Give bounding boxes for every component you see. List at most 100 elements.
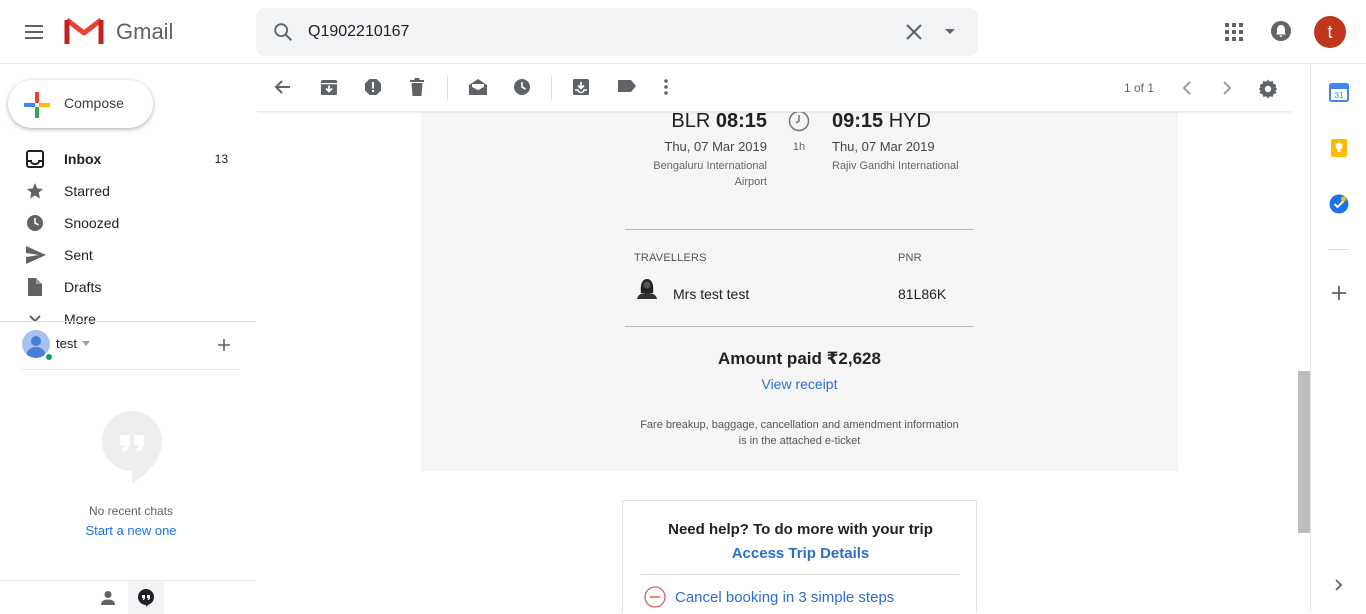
move-to-icon[interactable] — [572, 78, 590, 96]
sidebar-item-inbox[interactable]: Inbox 13 — [0, 143, 256, 175]
help-card: Need help? To do more with your trip Acc… — [622, 500, 977, 613]
chevron-down-icon — [26, 310, 44, 326]
tasks-check-icon[interactable] — [1329, 194, 1349, 214]
contacts-person-icon[interactable] — [100, 590, 116, 606]
fare-info-text: Fare breakup, baggage, cancellation and … — [621, 417, 978, 449]
sidebar-nav: Inbox 13 Starred Snoozed Sent Drafts Mor… — [0, 64, 256, 326]
divider — [625, 326, 974, 327]
account-avatar[interactable]: t — [1314, 16, 1346, 48]
amount-paid: Amount paid ₹2,628 — [718, 349, 881, 368]
sidebar-item-label: Sent — [64, 247, 93, 263]
traveller-name: Mrs test test — [673, 286, 750, 302]
help-title: Need help? To do more with your trip — [668, 521, 933, 538]
report-spam-icon[interactable] — [364, 78, 382, 96]
travellers-header: TRAVELLERS — [634, 252, 707, 264]
view-receipt-link[interactable]: View receipt — [421, 376, 1178, 392]
fare-info-line2: is in the attached e-ticket — [738, 435, 861, 447]
fare-info-line1: Fare breakup, baggage, cancellation and … — [640, 419, 959, 431]
side-panel: 31 — [1310, 64, 1366, 613]
clock-icon — [26, 214, 44, 232]
mark-unread-icon[interactable] — [468, 78, 488, 96]
sidebar-item-snoozed[interactable]: Snoozed — [0, 207, 256, 239]
add-addon-plus-icon[interactable] — [1331, 285, 1347, 301]
hangouts-divider — [22, 369, 240, 370]
search-bar[interactable] — [256, 8, 978, 56]
main-menu-icon[interactable] — [22, 20, 50, 44]
departure-time: 08:15 — [715, 112, 767, 132]
email-body: BLR 08:15 Thu, 07 Mar 2019 Bengaluru Int… — [256, 112, 1294, 613]
hangouts-icon — [137, 589, 155, 607]
departure-airport-line2: Airport — [734, 176, 767, 188]
draft-icon — [26, 278, 42, 296]
pnr-header: PNR — [898, 252, 922, 264]
apps-grid-icon[interactable] — [1224, 22, 1244, 42]
flight-duration: 1h — [792, 141, 806, 153]
toolbar-separator — [551, 76, 552, 100]
close-icon[interactable] — [904, 22, 924, 42]
notification-bell-icon[interactable] — [1270, 20, 1292, 42]
archive-icon[interactable] — [320, 78, 338, 96]
arrival-code: HYD — [888, 112, 931, 132]
cancel-booking-link[interactable]: Cancel booking in 3 simple steps — [675, 589, 894, 606]
departure-date: Thu, 07 Mar 2019 — [664, 139, 767, 154]
section-divider — [0, 321, 256, 322]
access-trip-details-link[interactable]: Access Trip Details — [623, 545, 978, 562]
no-recent-chats-text: No recent chats — [88, 504, 174, 518]
label-tag-icon[interactable] — [617, 78, 637, 94]
divider — [641, 574, 959, 575]
previous-page-icon[interactable] — [1182, 81, 1192, 95]
hangouts-tab[interactable] — [128, 581, 164, 614]
departure-airport: Bengaluru International Airport — [607, 158, 767, 190]
divider — [625, 229, 974, 230]
inbox-icon — [26, 150, 44, 168]
hangouts-user-name: test — [56, 336, 77, 351]
snooze-clock-icon[interactable] — [513, 78, 531, 96]
caret-down-icon — [82, 341, 90, 346]
sidebar-bottom-bar — [0, 580, 256, 614]
gmail-logo-icon[interactable] — [64, 16, 104, 48]
departure-code: BLR — [671, 112, 711, 132]
unread-count: 13 — [214, 152, 228, 166]
panel-divider — [1329, 249, 1349, 250]
search-input[interactable] — [308, 20, 868, 44]
message-toolbar: 1 of 1 — [256, 64, 1294, 112]
pnr-value: 81L86K — [898, 286, 947, 302]
keep-bulb-icon[interactable] — [1329, 138, 1349, 158]
next-page-icon[interactable] — [1222, 81, 1232, 95]
sidebar-item-label: Drafts — [64, 279, 102, 295]
settings-gear-icon[interactable] — [1258, 79, 1278, 99]
pagination-count: 1 of 1 — [1124, 81, 1155, 95]
sidebar-item-label: More — [64, 311, 96, 326]
send-icon — [26, 246, 46, 264]
cancel-minus-circle-icon — [644, 586, 666, 608]
new-chat-plus-icon[interactable] — [216, 337, 232, 353]
top-header: Gmail t — [0, 0, 1366, 64]
expand-panel-chevron-icon[interactable] — [1335, 579, 1343, 591]
calendar-icon[interactable]: 31 — [1329, 82, 1349, 102]
arrival-airport: Rajiv Gandhi International — [832, 160, 959, 172]
search-icon[interactable] — [272, 21, 294, 43]
departure-airport-line1: Bengaluru International — [653, 160, 767, 172]
arrival-date: Thu, 07 Mar 2019 — [832, 139, 935, 154]
sidebar-item-drafts[interactable]: Drafts — [0, 271, 256, 303]
arrival-time: 09:15 — [832, 112, 884, 132]
scrollbar-thumb[interactable] — [1298, 371, 1310, 533]
sidebar-item-more[interactable]: More — [0, 303, 256, 326]
back-arrow-icon[interactable] — [274, 78, 292, 96]
sidebar-item-starred[interactable]: Starred — [0, 175, 256, 207]
duration-clock-icon — [788, 112, 810, 132]
departure-code-time: BLR 08:15 — [671, 112, 767, 133]
hangouts-bubble-icon — [101, 410, 163, 484]
sidebar-item-label: Snoozed — [64, 215, 120, 231]
search-options-icon[interactable] — [944, 28, 956, 36]
gmail-wordmark[interactable]: Gmail — [116, 19, 173, 45]
arrival-code-time: 09:15 HYD — [832, 112, 931, 133]
more-vertical-icon[interactable] — [663, 78, 669, 96]
start-new-chat-link[interactable]: Start a new one — [0, 523, 262, 538]
delete-trash-icon[interactable] — [409, 78, 425, 96]
trip-summary-card: BLR 08:15 Thu, 07 Mar 2019 Bengaluru Int… — [421, 112, 1178, 471]
toolbar-separator — [447, 76, 448, 100]
star-icon — [26, 182, 44, 200]
online-status-icon — [44, 352, 54, 362]
sidebar-item-sent[interactable]: Sent — [0, 239, 256, 271]
